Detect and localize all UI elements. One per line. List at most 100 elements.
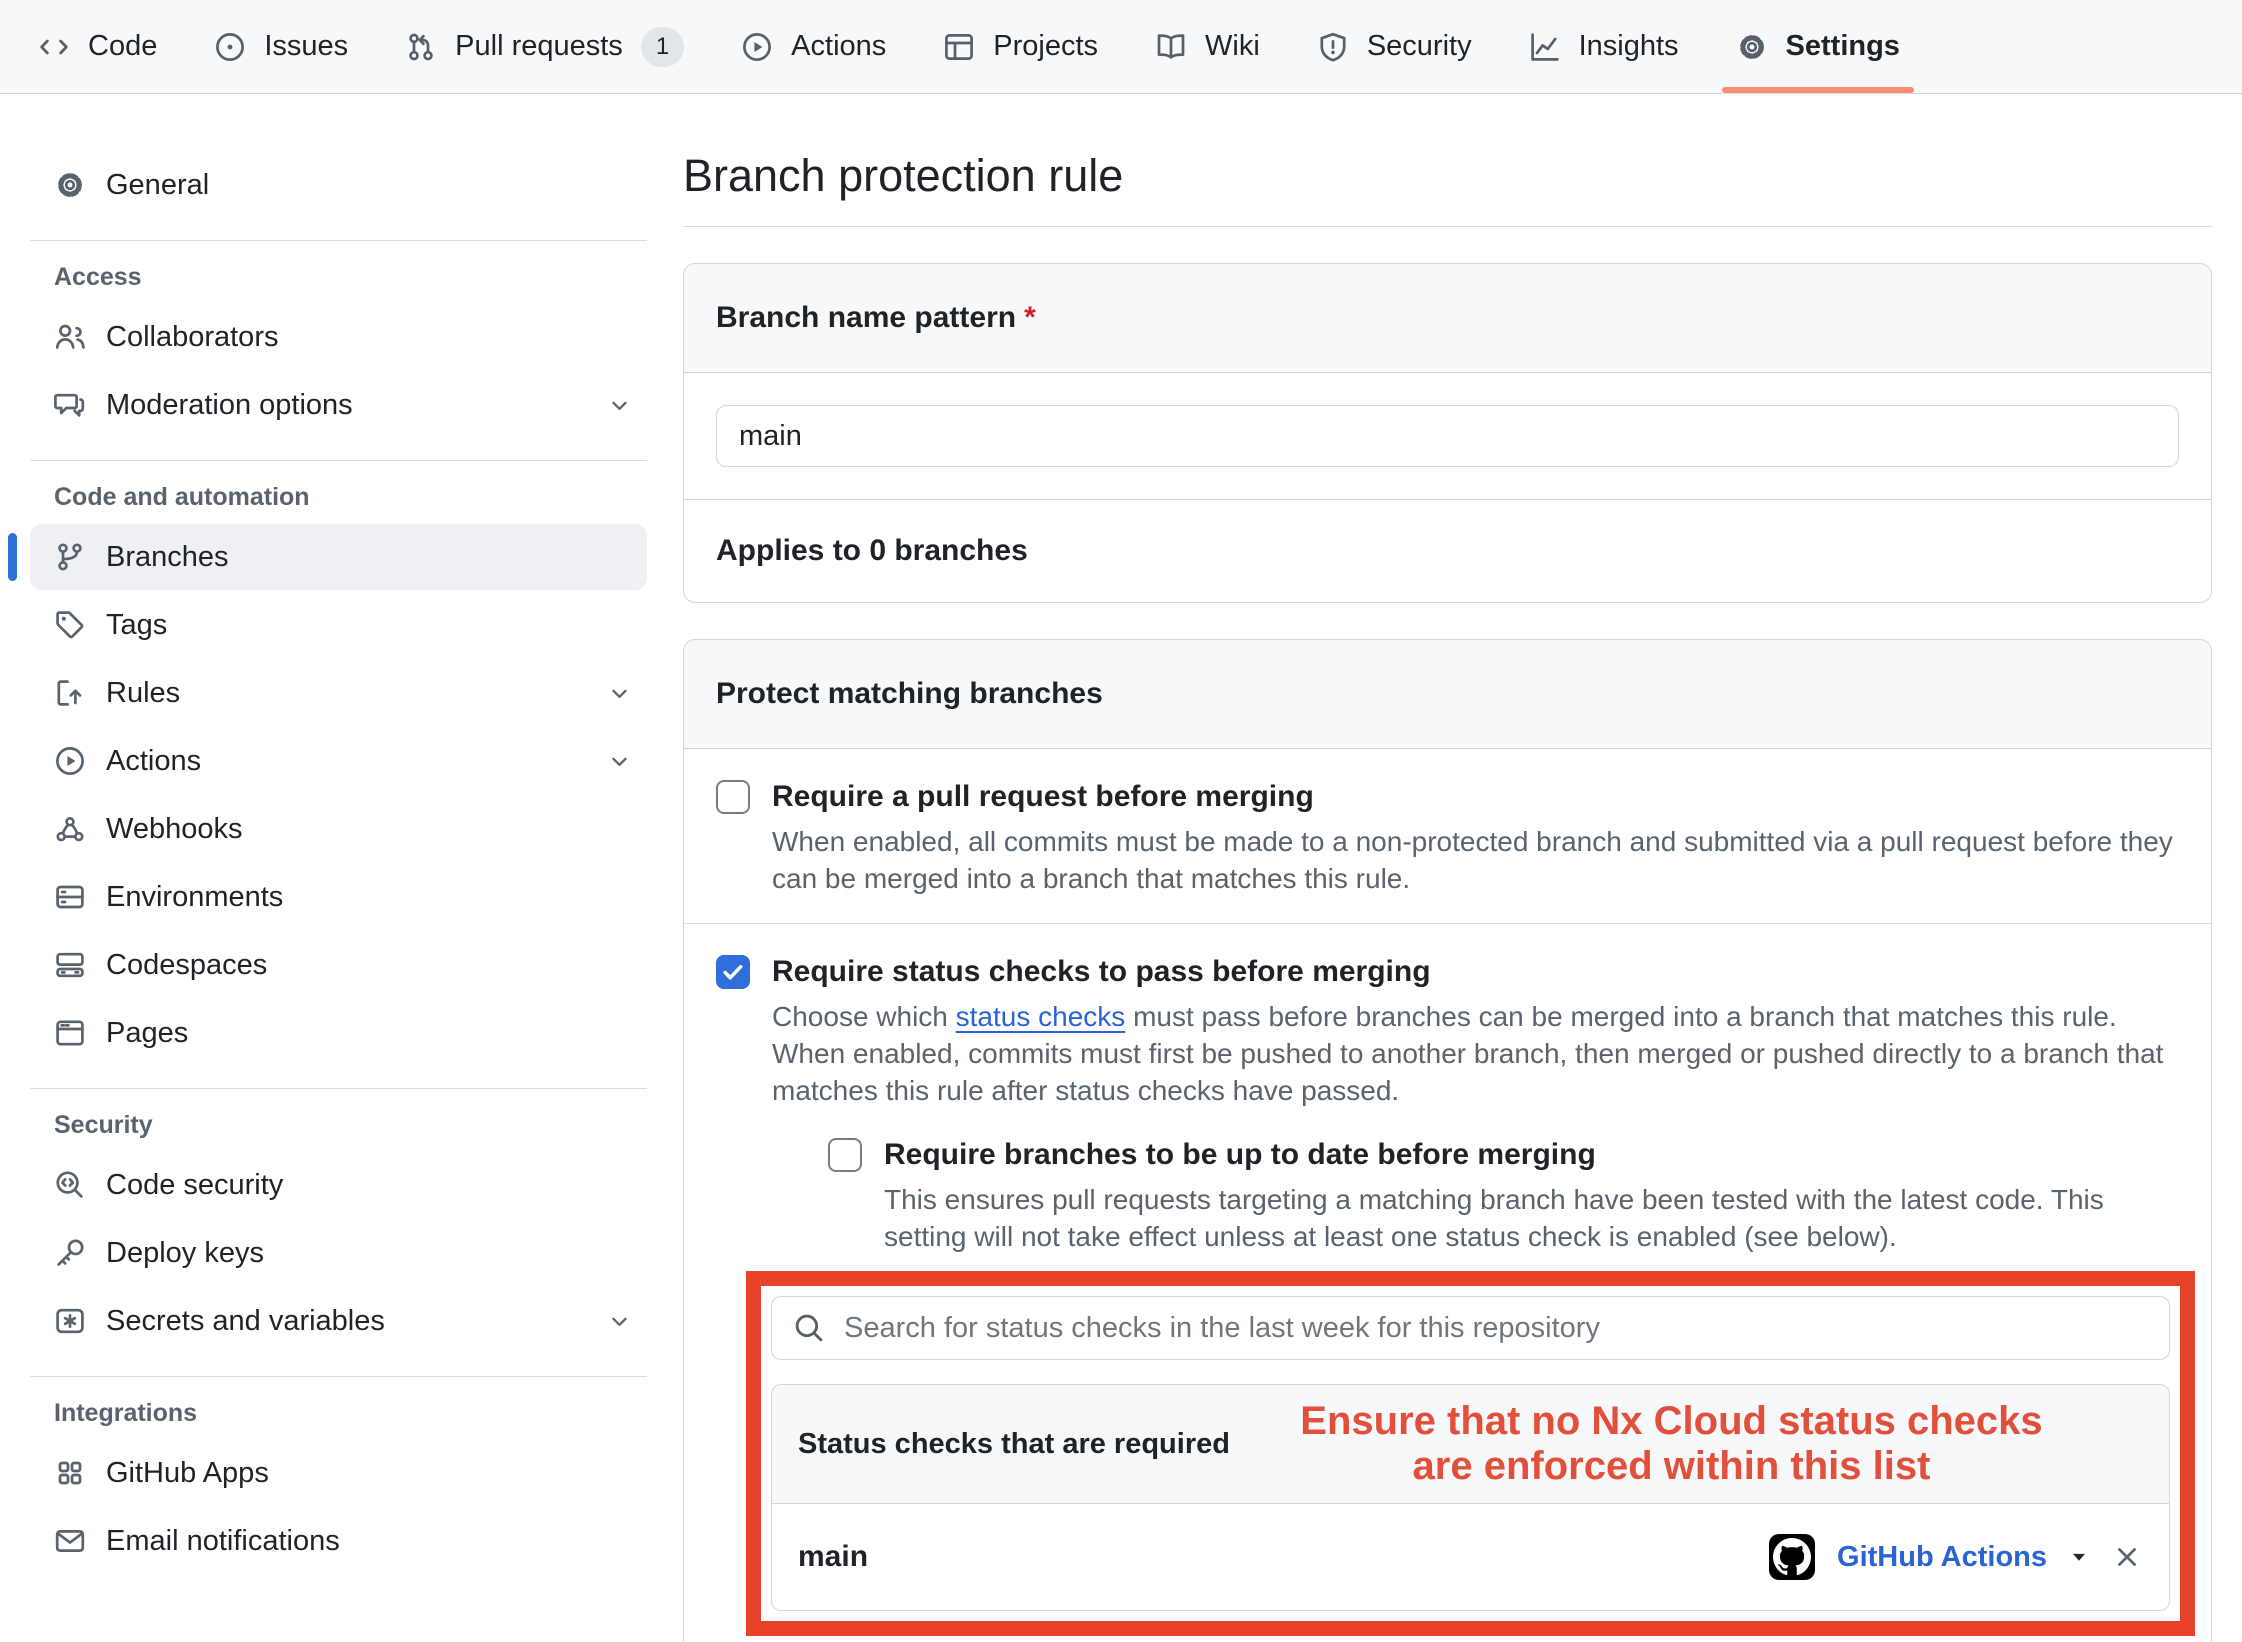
rule-require-pull-request: Require a pull request before merging Wh…	[684, 749, 2211, 923]
tab-label: Projects	[993, 30, 1098, 63]
discussion-icon	[54, 389, 86, 421]
sidebar-item-label: Branches	[106, 541, 229, 574]
browser-icon	[54, 1017, 86, 1049]
chevron-down-icon	[606, 748, 633, 775]
sidebar-item-github-apps[interactable]: GitHub Apps	[30, 1440, 647, 1506]
repo-tab-bar: Code Issues Pull requests 1 Actions Proj…	[0, 0, 2242, 94]
require-pull-request-checkbox[interactable]	[716, 780, 750, 814]
chevron-down-icon	[606, 680, 633, 707]
people-icon	[54, 321, 86, 353]
tab-label: Settings	[1786, 30, 1900, 63]
issue-icon	[214, 31, 246, 63]
tab-code[interactable]: Code	[38, 0, 157, 93]
sidebar-item-label: Webhooks	[106, 813, 243, 846]
mail-icon	[54, 1525, 86, 1557]
sidebar-section-title-security: Security	[54, 1111, 647, 1140]
tab-label: Security	[1367, 30, 1472, 63]
sidebar-item-label: Secrets and variables	[106, 1305, 385, 1338]
sidebar-item-secrets-variables[interactable]: Secrets and variables	[30, 1288, 647, 1354]
sidebar-item-environments[interactable]: Environments	[30, 864, 647, 930]
tab-label: Issues	[264, 30, 348, 63]
status-check-source-link[interactable]: GitHub Actions	[1837, 1541, 2047, 1574]
sidebar-item-general[interactable]: General	[30, 152, 647, 218]
sub-rule-up-to-date: Require branches to be up to date before…	[828, 1135, 2179, 1255]
sidebar-item-label: Rules	[106, 677, 180, 710]
sidebar-item-collaborators[interactable]: Collaborators	[30, 304, 647, 370]
tab-pull-requests[interactable]: Pull requests 1	[405, 0, 684, 93]
sidebar-section-title-integrations: Integrations	[54, 1399, 647, 1428]
tab-label: Pull requests	[455, 30, 623, 63]
require-status-checks-checkbox[interactable]	[716, 955, 750, 989]
pull-request-count-badge: 1	[641, 27, 684, 67]
remove-status-check-icon[interactable]	[2111, 1541, 2143, 1573]
play-icon	[54, 745, 86, 777]
sidebar-item-deploy-keys[interactable]: Deploy keys	[30, 1220, 647, 1286]
main-panel: Branch protection rule Branch name patte…	[655, 94, 2242, 1642]
require-up-to-date-checkbox[interactable]	[828, 1138, 862, 1172]
settings-sidebar: General Access Collaborators Moderation …	[0, 94, 655, 1642]
github-actions-avatar	[1769, 1534, 1815, 1580]
tab-settings[interactable]: Settings	[1736, 0, 1900, 93]
annotation-text: Ensure that no Nx Cloud status checks ar…	[1230, 1399, 2143, 1489]
tab-label: Code	[88, 30, 157, 63]
sidebar-item-label: Moderation options	[106, 389, 353, 422]
sidebar-item-rules[interactable]: Rules	[30, 660, 647, 726]
key-icon	[54, 1237, 86, 1269]
rule-label[interactable]: Require branches to be up to date before…	[884, 1135, 2179, 1175]
rule-description-pre: Choose which	[772, 1001, 956, 1032]
required-status-checks-list: Status checks that are required Ensure t…	[771, 1384, 2170, 1611]
sidebar-item-label: Email notifications	[106, 1525, 340, 1558]
shield-icon	[1317, 31, 1349, 63]
tab-security[interactable]: Security	[1317, 0, 1472, 93]
sidebar-item-codespaces[interactable]: Codespaces	[30, 932, 647, 998]
sidebar-item-label: Deploy keys	[106, 1237, 264, 1270]
tab-projects[interactable]: Projects	[943, 0, 1098, 93]
gear-icon	[54, 169, 86, 201]
tab-insights[interactable]: Insights	[1529, 0, 1679, 93]
protect-matching-branches-card: Protect matching branches Require a pull…	[683, 639, 2212, 1642]
sidebar-divider	[30, 460, 647, 461]
rule-description: Choose which status checks must pass bef…	[772, 998, 2179, 1109]
status-checks-link[interactable]: status checks	[956, 1001, 1126, 1032]
book-icon	[1155, 31, 1187, 63]
rule-label[interactable]: Require status checks to pass before mer…	[772, 952, 2179, 992]
sidebar-item-label: GitHub Apps	[106, 1457, 269, 1490]
code-icon	[38, 31, 70, 63]
branch-name-pattern-header: Branch name pattern*	[684, 264, 2211, 373]
sidebar-item-email-notifications[interactable]: Email notifications	[30, 1508, 647, 1574]
apps-grid-icon	[54, 1457, 86, 1489]
sidebar-item-label: Pages	[106, 1017, 188, 1050]
tab-wiki[interactable]: Wiki	[1155, 0, 1260, 93]
sidebar-item-tags[interactable]: Tags	[30, 592, 647, 658]
pull-request-icon	[405, 31, 437, 63]
sidebar-item-label: Collaborators	[106, 321, 278, 354]
sidebar-item-label: Actions	[106, 745, 201, 778]
required-asterisk: *	[1024, 301, 1036, 334]
rules-icon	[54, 677, 86, 709]
sidebar-item-label: Code security	[106, 1169, 283, 1202]
sidebar-item-pages[interactable]: Pages	[30, 1000, 647, 1066]
status-checks-search-input[interactable]	[771, 1296, 2170, 1360]
caret-down-icon[interactable]	[2069, 1547, 2089, 1567]
tab-label: Actions	[791, 30, 886, 63]
gear-icon	[1736, 31, 1768, 63]
code-scan-icon	[54, 1169, 86, 1201]
branch-name-pattern-input[interactable]	[716, 405, 2179, 467]
tab-actions[interactable]: Actions	[741, 0, 886, 93]
sidebar-item-label: Codespaces	[106, 949, 267, 982]
sidebar-item-actions[interactable]: Actions	[30, 728, 647, 794]
tab-label: Insights	[1579, 30, 1679, 63]
annotation-line-2: are enforced within this list	[1230, 1444, 2113, 1489]
rule-label[interactable]: Require a pull request before merging	[772, 777, 2179, 817]
git-branch-icon	[54, 541, 86, 573]
sidebar-item-code-security[interactable]: Code security	[30, 1152, 647, 1218]
required-status-checks-header: Status checks that are required Ensure t…	[772, 1385, 2169, 1504]
tab-label: Wiki	[1205, 30, 1260, 63]
sidebar-item-moderation-options[interactable]: Moderation options	[30, 372, 647, 438]
table-icon	[943, 31, 975, 63]
asterisk-box-icon	[54, 1305, 86, 1337]
sidebar-divider	[30, 1376, 647, 1377]
sidebar-item-webhooks[interactable]: Webhooks	[30, 796, 647, 862]
tab-issues[interactable]: Issues	[214, 0, 348, 93]
sidebar-item-branches[interactable]: Branches	[30, 524, 647, 590]
